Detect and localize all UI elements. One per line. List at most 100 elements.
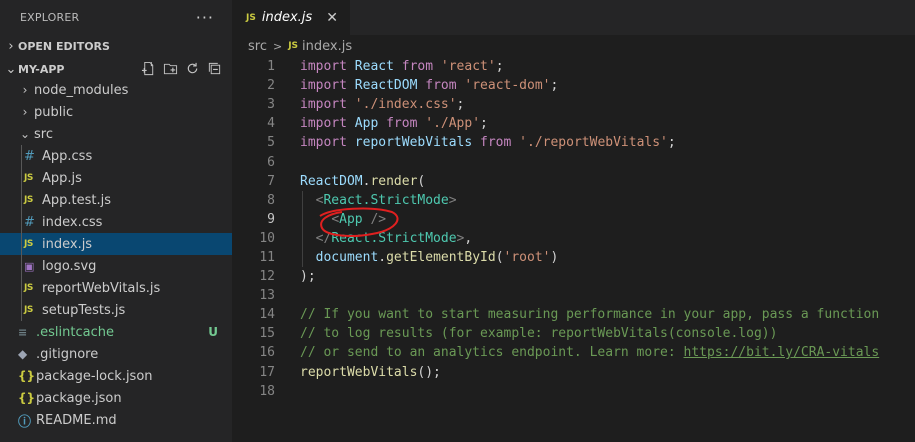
line-number: 2 <box>267 78 275 94</box>
line-content: import ReactDOM from 'react-dom'; <box>300 78 558 93</box>
tree-item-package-json[interactable]: {} package.json <box>0 387 232 409</box>
tree-item-setup-tests[interactable]: JS setupTests.js <box>0 299 232 321</box>
code-token: 'react' <box>440 59 496 75</box>
code-token: ; <box>550 78 559 94</box>
refresh-icon[interactable] <box>184 60 200 76</box>
tree-item-readme[interactable]: ⓘ README.md <box>0 409 232 431</box>
code-token: from <box>425 78 457 94</box>
code-token: ; <box>480 116 488 132</box>
code-token: App <box>354 116 379 132</box>
svg-file-icon: ▣ <box>24 259 35 273</box>
indent-guide <box>21 277 22 299</box>
code-line[interactable]: 15 // to log results (for example: report… <box>232 324 915 343</box>
indent-guide <box>21 233 22 255</box>
collapse-all-icon[interactable] <box>206 60 222 76</box>
code-line[interactable]: 18 <box>232 382 915 401</box>
chevron-right-icon: › <box>22 83 28 97</box>
code-token[interactable]: https://bit.ly/CRA-vitals <box>684 345 880 360</box>
code-line[interactable]: 4 import App from './App'; <box>232 114 915 133</box>
tree-item-report-web-vitals[interactable]: JS reportWebVitals.js <box>0 277 232 299</box>
explorer-header: EXPLORER ··· <box>0 0 232 35</box>
close-icon[interactable]: ✕ <box>326 10 338 26</box>
breadcrumb-file[interactable]: index.js <box>302 39 352 54</box>
code-token: (); <box>417 364 441 380</box>
open-editors-section[interactable]: › OPEN EDITORS <box>0 35 232 57</box>
code-line[interactable]: 11 document.getElementById('root') <box>232 248 915 267</box>
line-number: 3 <box>267 97 275 113</box>
breadcrumb-folder[interactable]: src <box>248 39 267 54</box>
tree-item-package-lock[interactable]: {} package-lock.json <box>0 365 232 387</box>
new-file-icon[interactable] <box>140 60 156 76</box>
tab-label: index.js <box>261 10 313 25</box>
tab-index-js[interactable]: JS index.js ✕ <box>232 0 350 35</box>
json-file-icon: {} <box>18 391 36 405</box>
chevron-right-icon: › <box>8 38 14 54</box>
line-number: 10 <box>259 230 275 246</box>
tree-item-eslintcache[interactable]: ≡ .eslintcache U <box>0 321 232 343</box>
line-number: 9 <box>267 211 275 227</box>
tree-item-app-js[interactable]: JS App.js <box>0 167 232 189</box>
git-file-icon: ◆ <box>18 347 28 361</box>
code-token: getElementById <box>386 249 496 265</box>
code-line[interactable]: 13 <box>232 286 915 305</box>
code-token: './index.css' <box>354 97 457 113</box>
code-token: ) <box>550 249 559 265</box>
line-number: 12 <box>259 269 275 285</box>
code-token: from <box>480 135 512 151</box>
line-content: ReactDOM.render( <box>300 174 425 189</box>
code-token: from <box>401 59 434 75</box>
line-number: 11 <box>259 249 275 265</box>
tree-item-public[interactable]: › public <box>0 101 232 123</box>
file-tree: › node_modules › public ⌄ src # App.css … <box>0 79 232 431</box>
chevron-right-icon: > <box>272 39 283 53</box>
code-line[interactable]: 7 ReactDOM.render( <box>232 172 915 191</box>
line-number: 13 <box>259 288 275 304</box>
code-token: from <box>386 116 418 132</box>
code-token: import <box>300 97 347 113</box>
code-line[interactable]: 12); <box>232 267 915 286</box>
line-number: 5 <box>267 135 275 151</box>
project-section[interactable]: ⌄ MY-APP <box>0 58 232 80</box>
line-number: 1 <box>267 59 275 75</box>
code-line[interactable]: 14 // If you want to start measuring perf… <box>232 305 915 324</box>
code-line[interactable]: 3 import './index.css'; <box>232 95 915 114</box>
tree-item-logo-svg[interactable]: ▣ logo.svg <box>0 255 232 277</box>
js-file-icon: JS <box>24 173 33 183</box>
code-line[interactable]: 2 import ReactDOM from 'react-dom'; <box>232 76 915 95</box>
tree-item-node-modules[interactable]: › node_modules <box>0 79 232 101</box>
code-token: import <box>300 135 347 151</box>
code-token: import <box>300 116 347 132</box>
code-token: ; <box>667 135 676 151</box>
project-label: MY-APP <box>18 62 65 76</box>
tree-item-app-test-js[interactable]: JS App.test.js <box>0 189 232 211</box>
css-file-icon: # <box>24 148 35 164</box>
code-line[interactable]: 17 reportWebVitals(); <box>232 363 915 382</box>
line-content: reportWebVitals(); <box>300 365 441 380</box>
tree-item-index-css[interactable]: # index.css <box>0 211 232 233</box>
indent-guide <box>21 167 22 189</box>
code-line[interactable]: 6 <box>232 152 915 171</box>
code-line[interactable]: 5 import reportWebVitals from './reportWe… <box>232 133 915 152</box>
chevron-down-icon: ⌄ <box>19 127 31 141</box>
indent-guide <box>21 255 22 277</box>
tree-item-app-css[interactable]: # App.css <box>0 145 232 167</box>
tree-item-index-js[interactable]: JS index.js <box>0 233 232 255</box>
line-number: 17 <box>259 364 275 380</box>
more-actions-icon[interactable]: ··· <box>196 8 214 27</box>
code-token: import <box>300 78 347 94</box>
line-content: import reportWebVitals from './reportWeb… <box>300 135 676 150</box>
breadcrumb: src > JS index.js <box>232 35 915 57</box>
new-folder-icon[interactable] <box>162 60 178 76</box>
code-line[interactable]: 1 import React from 'react'; <box>232 57 915 76</box>
code-line[interactable]: 16 // or send to an analytics endpoint. L… <box>232 343 915 362</box>
tab-bar: JS index.js ✕ <box>232 0 915 35</box>
tree-item-gitignore[interactable]: ◆ .gitignore <box>0 343 232 365</box>
json-file-icon: {} <box>18 369 36 383</box>
code-token: reportWebVitals <box>354 135 473 151</box>
code-token: 'react-dom' <box>464 78 551 94</box>
tree-item-src[interactable]: ⌄ src <box>0 123 232 145</box>
